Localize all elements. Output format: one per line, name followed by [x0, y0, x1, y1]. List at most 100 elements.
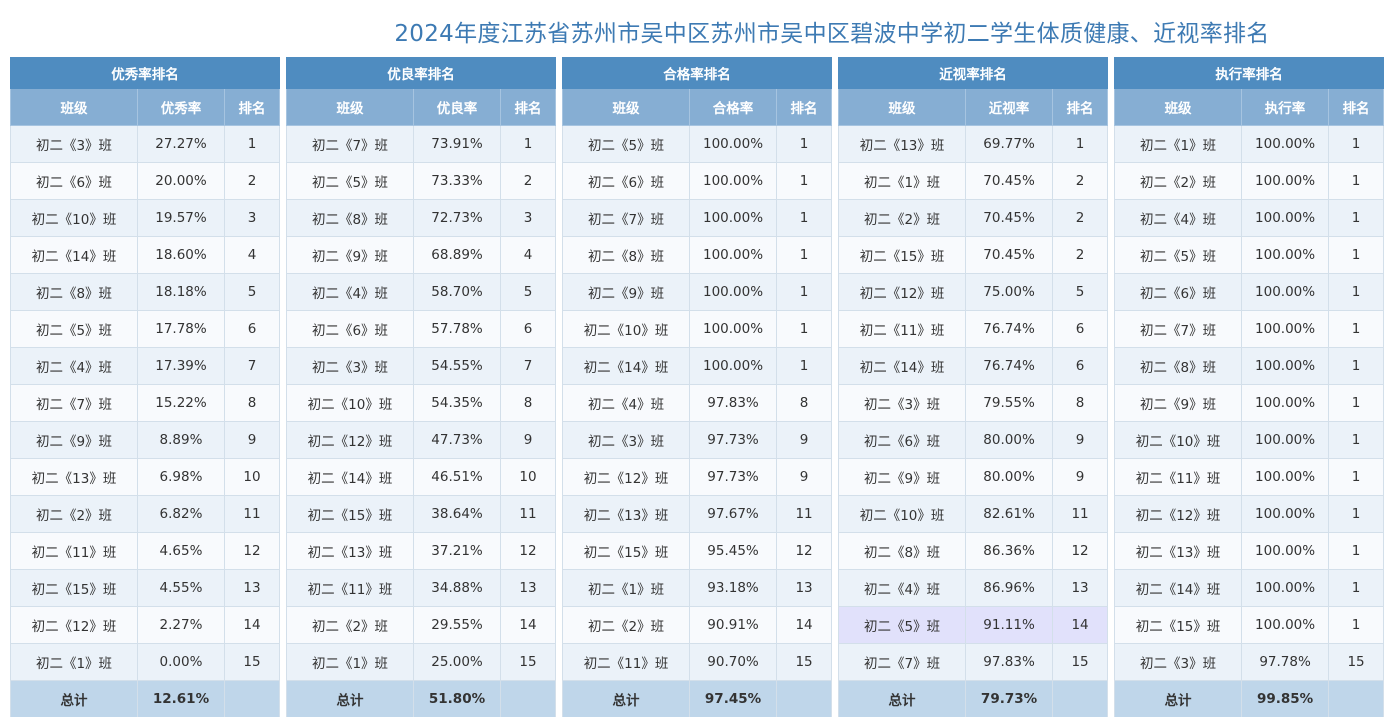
- table-row: 初二《14》班 100.00% 1: [1114, 569, 1384, 607]
- rank-value-cell: 9: [1052, 458, 1109, 496]
- class-name-cell: 初二《12》班: [838, 273, 967, 311]
- rate-value-cell: 76.74%: [965, 347, 1054, 385]
- rate-value-cell: 4.65%: [137, 532, 225, 570]
- table-row: 初二《4》班 58.70% 5: [286, 273, 557, 311]
- class-name-cell: 初二《5》班: [1114, 236, 1243, 274]
- rank-value-cell: 13: [223, 569, 281, 607]
- rank-value-cell: 12: [223, 532, 281, 570]
- rank-value-cell: 2: [223, 162, 281, 200]
- good-rate-table: 优良率排名 班级 优良率 排名 初二《7》班 73.91% 1 初二《5》班 73.33% 2 初二…: [286, 57, 557, 717]
- class-name-cell: 初二《3》班: [562, 421, 691, 459]
- class-name-cell: 初二《15》班: [838, 236, 967, 274]
- class-name-cell: 初二《3》班: [286, 347, 415, 385]
- rank-value-cell: 2: [1052, 199, 1109, 237]
- rate-value-cell: 0.00%: [137, 643, 225, 681]
- rank-column-header: 排名: [1328, 88, 1384, 126]
- rank-value-cell: 5: [223, 273, 281, 311]
- rate-value-cell: 4.55%: [137, 569, 225, 607]
- table-row: 初二《6》班 80.00% 9: [838, 421, 1109, 459]
- total-label-cell: 总计: [838, 680, 967, 717]
- table-row: 初二《9》班 68.89% 4: [286, 236, 557, 274]
- table-row: 初二《15》班 70.45% 2: [838, 236, 1109, 274]
- rate-value-cell: 18.18%: [137, 273, 225, 311]
- total-rate-cell: 97.45%: [689, 680, 778, 717]
- class-name-cell: 初二《4》班: [838, 569, 967, 607]
- table-row-highlighted: 初二《5》班 91.11% 14: [838, 606, 1109, 644]
- total-label-cell: 总计: [10, 680, 138, 717]
- rate-value-cell: 79.55%: [965, 384, 1054, 422]
- class-name-cell: 初二《12》班: [10, 606, 138, 644]
- class-name-cell: 初二《6》班: [562, 162, 691, 200]
- class-name-cell: 初二《9》班: [562, 273, 691, 311]
- good-rate-table-title: 优良率排名: [286, 57, 557, 89]
- rate-value-cell: 37.21%: [413, 532, 502, 570]
- rate-value-cell: 100.00%: [1241, 421, 1330, 459]
- table-row: 初二《6》班 20.00% 2: [10, 162, 281, 200]
- rank-value-cell: 14: [776, 606, 833, 644]
- rate-value-cell: 97.73%: [689, 458, 778, 496]
- rank-value-cell: 1: [1328, 606, 1384, 644]
- table-row: 初二《4》班 17.39% 7: [10, 347, 281, 385]
- class-name-cell: 初二《7》班: [10, 384, 138, 422]
- table-row: 初二《12》班 47.73% 9: [286, 421, 557, 459]
- rank-value-cell: 1: [1328, 310, 1384, 348]
- rate-value-cell: 17.39%: [137, 347, 225, 385]
- rank-value-cell: 1: [1328, 125, 1384, 163]
- rate-value-cell: 27.27%: [137, 125, 225, 163]
- rate-value-cell: 91.11%: [965, 606, 1054, 644]
- rate-value-cell: 18.60%: [137, 236, 225, 274]
- rate-value-cell: 73.33%: [413, 162, 502, 200]
- class-name-cell: 初二《8》班: [838, 532, 967, 570]
- class-name-cell: 初二《5》班: [562, 125, 691, 163]
- rank-value-cell: 2: [500, 162, 557, 200]
- execution-rate-table-title: 执行率排名: [1114, 57, 1384, 89]
- rate-value-cell: 100.00%: [1241, 532, 1330, 570]
- table-row: 初二《9》班 8.89% 9: [10, 421, 281, 459]
- rate-column-header: 合格率: [689, 88, 778, 126]
- rank-value-cell: 1: [1328, 384, 1384, 422]
- rank-column-header: 排名: [776, 88, 833, 126]
- table-row: 初二《11》班 90.70% 15: [562, 643, 833, 681]
- class-name-cell: 初二《12》班: [562, 458, 691, 496]
- rank-value-cell: 6: [1052, 310, 1109, 348]
- table-row: 初二《1》班 93.18% 13: [562, 569, 833, 607]
- rank-value-cell: 9: [500, 421, 557, 459]
- class-name-cell: 初二《14》班: [286, 458, 415, 496]
- table-row: 初二《4》班 86.96% 13: [838, 569, 1109, 607]
- class-name-cell: 初二《2》班: [838, 199, 967, 237]
- class-name-cell: 初二《11》班: [10, 532, 138, 570]
- table-row: 初二《5》班 73.33% 2: [286, 162, 557, 200]
- rank-value-cell: 10: [223, 458, 281, 496]
- rate-value-cell: 73.91%: [413, 125, 502, 163]
- rate-value-cell: 6.98%: [137, 458, 225, 496]
- total-rank-cell: [223, 680, 281, 717]
- rate-value-cell: 100.00%: [1241, 347, 1330, 385]
- class-name-cell: 初二《6》班: [286, 310, 415, 348]
- rate-value-cell: 38.64%: [413, 495, 502, 533]
- rate-value-cell: 100.00%: [689, 162, 778, 200]
- rank-value-cell: 5: [1052, 273, 1109, 311]
- total-row: 总计 51.80%: [286, 680, 557, 717]
- table-row: 初二《14》班 46.51% 10: [286, 458, 557, 496]
- rank-value-cell: 7: [500, 347, 557, 385]
- rank-value-cell: 1: [776, 236, 833, 274]
- class-name-cell: 初二《3》班: [838, 384, 967, 422]
- rank-value-cell: 1: [776, 347, 833, 385]
- class-column-header: 班级: [1114, 88, 1243, 126]
- rate-value-cell: 8.89%: [137, 421, 225, 459]
- table-row: 初二《10》班 100.00% 1: [1114, 421, 1384, 459]
- rank-value-cell: 3: [223, 199, 281, 237]
- table-row: 初二《6》班 100.00% 1: [1114, 273, 1384, 311]
- rank-value-cell: 15: [1052, 643, 1109, 681]
- rank-value-cell: 15: [500, 643, 557, 681]
- excellent-rate-table-title: 优秀率排名: [9, 57, 281, 89]
- class-name-cell: 初二《15》班: [1114, 606, 1243, 644]
- table-row: 初二《13》班 6.98% 10: [10, 458, 281, 496]
- rate-value-cell: 97.83%: [965, 643, 1054, 681]
- table-row: 初二《5》班 17.78% 6: [10, 310, 281, 348]
- rate-value-cell: 68.89%: [413, 236, 502, 274]
- table-row: 初二《12》班 97.73% 9: [562, 458, 833, 496]
- rank-column-header: 排名: [500, 88, 557, 126]
- table-row: 初二《13》班 37.21% 12: [286, 532, 557, 570]
- table-row: 初二《1》班 25.00% 15: [286, 643, 557, 681]
